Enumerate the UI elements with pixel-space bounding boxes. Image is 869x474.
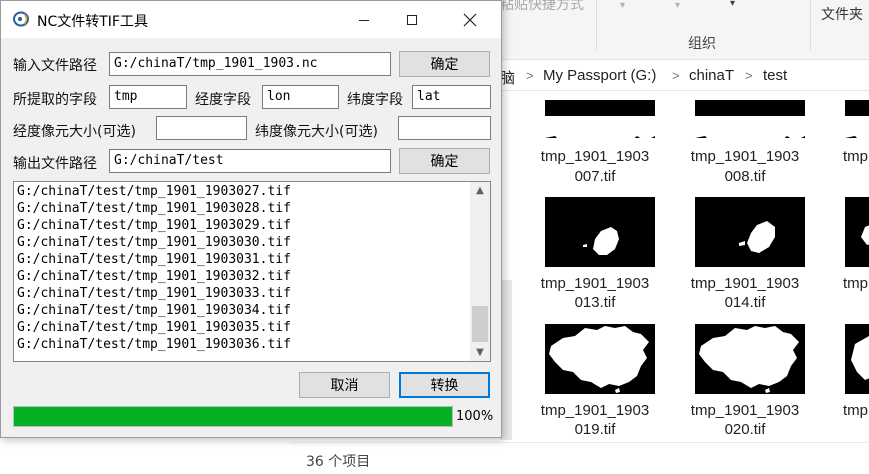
log-line: G:/chinaT/test/tmp_1901_1903030.tif [17,235,291,250]
maximize-icon [407,14,417,25]
progress-percent-label: 100% [456,409,494,424]
file-name: tmp_1901_1903 [540,275,650,292]
ribbon-group-organize-label: 组织 [688,36,716,52]
lon-pixel-size-input[interactable] [156,116,247,140]
log-line: G:/chinaT/test/tmp_1901_1903033.tif [17,286,291,301]
lon-field-label: 经度字段 [195,92,251,108]
ribbon-dropdown-arrow-icon[interactable]: ▾ [730,0,735,9]
tif-thumbnail [845,100,869,138]
breadcrumb-chevron-icon[interactable]: > [745,68,753,83]
convert-button[interactable]: 转换 [399,372,490,398]
tif-thumbnail [545,100,655,138]
ribbon-divider [596,0,597,50]
extract-field-input[interactable]: tmp [109,85,187,109]
file-tile[interactable]: tmp_1901_1903 007.tif [530,100,660,190]
breadcrumb-drive[interactable]: My Passport (G:) [543,67,656,84]
tif-thumbnail [695,324,805,394]
file-name: tmp [843,148,869,165]
file-name: 019.tif [574,421,616,438]
tif-thumbnail [695,197,805,267]
file-name: 014.tif [724,294,766,311]
lat-pixel-size-input[interactable] [398,116,491,140]
file-tile[interactable]: tmp_1901_1903 014.tif [680,197,810,315]
minimize-button[interactable] [341,1,387,38]
breadcrumb-chevron-icon[interactable]: > [672,68,680,83]
file-tile[interactable]: tmp [830,100,869,190]
extract-field-label: 所提取的字段 [13,92,97,108]
scrollbar-thumb[interactable] [472,306,488,342]
conversion-progress-bar [13,406,453,427]
file-tile[interactable]: tmp_1901_1903 008.tif [680,100,810,190]
ribbon-dropdown-arrow-icon[interactable]: ▾ [675,0,680,11]
tif-thumbnail [845,197,869,267]
ribbon-divider [810,0,811,50]
log-scrollbar[interactable]: ▲ ▼ [470,182,490,361]
close-button[interactable] [447,1,493,38]
file-name: tmp_1901_1903 [690,148,800,165]
log-line: G:/chinaT/test/tmp_1901_1903035.tif [17,320,291,335]
log-line: G:/chinaT/test/tmp_1901_1903029.tif [17,218,291,233]
log-line: G:/chinaT/test/tmp_1901_1903034.tif [17,303,291,318]
log-line: G:/chinaT/test/tmp_1901_1903028.tif [17,201,291,216]
ribbon-paste-shortcut-label[interactable]: 粘贴快捷方式 [500,0,584,14]
lat-field-input[interactable]: lat [412,85,491,109]
minimize-icon [359,19,369,21]
breadcrumb-chevron-icon[interactable]: > [526,68,534,83]
input-confirm-button[interactable]: 确定 [399,51,490,77]
tif-thumbnail [545,324,655,394]
file-name: tmp [843,402,869,419]
breadcrumb-this-pc[interactable]: 脑 [500,67,515,88]
lon-pixel-size-label: 经度像元大小(可选) [13,124,136,140]
file-name: 007.tif [574,168,616,185]
lon-field-input[interactable]: lon [262,85,339,109]
ribbon-dropdown-arrow-icon[interactable]: ▾ [620,0,625,11]
cancel-button[interactable]: 取消 [299,372,390,398]
log-lines: G:/chinaT/test/tmp_1901_1903027.tif G:/c… [17,183,472,353]
file-name: tmp_1901_1903 [690,275,800,292]
progress-fill [14,407,452,426]
close-icon [463,13,477,26]
scroll-down-arrow-icon[interactable]: ▼ [470,344,490,361]
lat-pixel-size-label: 纬度像元大小(可选) [255,124,378,140]
nc-to-tif-dialog: NC文件转TIF工具 输入文件路径 G:/chinaT/tmp_1901_190… [0,0,502,438]
tif-thumbnail [545,197,655,267]
log-line: G:/chinaT/test/tmp_1901_1903031.tif [17,252,291,267]
input-path-label: 输入文件路径 [13,58,97,74]
item-count: 36 个项目 [306,454,371,470]
lat-field-label: 纬度字段 [347,92,403,108]
file-name: 020.tif [724,421,766,438]
file-name: 008.tif [724,168,766,185]
ribbon-new-folder-label[interactable]: 文件夹 [821,4,863,24]
log-line: G:/chinaT/test/tmp_1901_1903032.tif [17,269,291,284]
file-name: 013.tif [574,294,616,311]
scroll-up-arrow-icon[interactable]: ▲ [470,182,490,199]
tif-thumbnail [845,324,869,394]
explorer-status-bar: 36 个项目 [290,442,869,474]
dialog-title: NC文件转TIF工具 [37,14,148,30]
file-tile[interactable]: tmp_1901_1903 020.tif [680,324,810,442]
output-path-field[interactable]: G:/chinaT/test [109,149,391,173]
file-name: tmp_1901_1903 [540,148,650,165]
maximize-button[interactable] [389,1,435,38]
app-logo-icon [13,11,31,27]
output-log-list[interactable]: G:/chinaT/test/tmp_1901_1903027.tif G:/c… [13,181,491,362]
breadcrumb-folder-test[interactable]: test [763,67,787,84]
file-name: tmp [843,275,869,292]
output-confirm-button[interactable]: 确定 [399,148,490,174]
breadcrumb-folder-chinat[interactable]: chinaT [689,67,734,84]
file-name: tmp_1901_1903 [540,402,650,419]
log-line: G:/chinaT/test/tmp_1901_1903027.tif [17,184,291,199]
file-tile[interactable]: tmp [830,324,869,442]
address-bar[interactable]: 脑 > My Passport (G:) > chinaT > test [500,63,869,91]
output-path-label: 输出文件路径 [13,156,97,172]
dialog-titlebar[interactable]: NC文件转TIF工具 [1,1,501,38]
file-tile[interactable]: tmp_1901_1903 019.tif [530,324,660,442]
log-line: G:/chinaT/test/tmp_1901_1903036.tif [17,337,291,352]
input-path-field[interactable]: G:/chinaT/tmp_1901_1903.nc [109,52,391,76]
file-tile[interactable]: tmp_1901_1903 013.tif [530,197,660,315]
file-tile[interactable]: tmp [830,197,869,315]
file-name: tmp_1901_1903 [690,402,800,419]
tif-thumbnail [695,100,805,138]
